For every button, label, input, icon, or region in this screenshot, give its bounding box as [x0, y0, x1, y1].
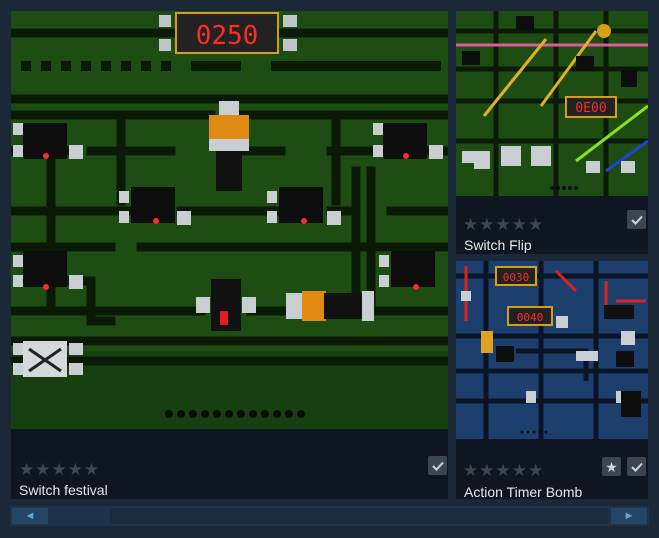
level-title[interactable]: Action Timer Bomb: [464, 484, 582, 500]
level-card-action-timer-bomb[interactable]: 0030 0040 ★ ★ ★ ★ ★ Action Timer Bomb ★: [456, 261, 648, 500]
star-icon[interactable]: ★: [479, 462, 494, 479]
timer-display-text: 0040: [517, 311, 544, 324]
level-preview-image: 0030 0040: [456, 261, 648, 439]
timer-display-text: 0250: [196, 21, 259, 51]
level-card-switch-festival[interactable]: 0250 ★ ★ ★ ★ ★ Switch festival: [11, 11, 448, 499]
star-icon[interactable]: ★: [84, 461, 99, 478]
star-icon[interactable]: ★: [463, 216, 478, 233]
timer-display-text: 0030: [503, 271, 530, 284]
scroll-right-button[interactable]: ►: [611, 508, 647, 524]
level-card-switch-flip[interactable]: 0E00 ★ ★ ★ ★ ★ Switch Flip: [456, 11, 648, 254]
level-preview-image: 0E00: [456, 11, 648, 196]
star-icon[interactable]: ★: [19, 461, 34, 478]
rating-stars[interactable]: ★ ★ ★ ★ ★: [19, 461, 99, 478]
star-icon[interactable]: ★: [496, 216, 511, 233]
star-icon[interactable]: ★: [512, 216, 527, 233]
rating-stars[interactable]: ★ ★ ★ ★ ★: [463, 462, 543, 479]
star-icon[interactable]: ★: [528, 216, 543, 233]
star-icon[interactable]: ★: [512, 462, 527, 479]
star-icon[interactable]: ★: [35, 461, 50, 478]
star-icon[interactable]: ★: [52, 461, 67, 478]
level-title[interactable]: Switch Flip: [464, 237, 532, 253]
star-icon[interactable]: ★: [479, 216, 494, 233]
horizontal-scrollbar[interactable]: ◄ ►: [10, 506, 649, 526]
level-title[interactable]: Switch festival: [19, 482, 108, 498]
scroll-left-button[interactable]: ◄: [12, 508, 48, 524]
star-icon[interactable]: ★: [463, 462, 478, 479]
star-icon[interactable]: ★: [496, 462, 511, 479]
star-icon[interactable]: ★: [528, 462, 543, 479]
rating-stars[interactable]: ★ ★ ★ ★ ★: [463, 216, 543, 233]
timer-display-text: 0E00: [575, 101, 606, 116]
scrollbar-thumb[interactable]: [110, 508, 608, 524]
level-preview-image: 0250: [11, 11, 448, 429]
check-icon[interactable]: [428, 456, 447, 475]
top-strip: [0, 0, 659, 9]
check-icon[interactable]: [627, 210, 646, 229]
check-icon[interactable]: [627, 457, 646, 476]
star-icon[interactable]: ★: [68, 461, 83, 478]
favorite-star-icon[interactable]: ★: [602, 457, 621, 476]
